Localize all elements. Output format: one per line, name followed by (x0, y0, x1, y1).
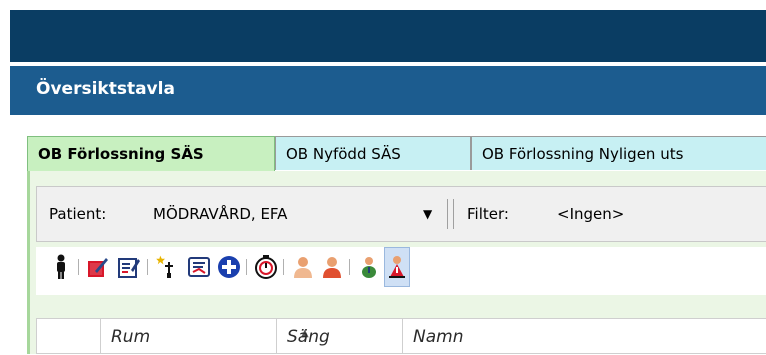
filter-bar: Patient: MÖDRAVÅRD, EFA ▼ Filter: <Ingen… (36, 186, 766, 242)
patient-select[interactable]: MÖDRAVÅRD, EFA (153, 205, 287, 223)
divider (349, 259, 350, 275)
chevron-down-icon[interactable]: ▼ (423, 207, 432, 221)
timer-icon[interactable] (253, 247, 279, 287)
page-title: Översiktstavla (36, 79, 175, 99)
patient-label: Patient: (49, 205, 107, 223)
grid-header-cell (37, 319, 101, 353)
tab-ob-nyfodd-sas[interactable]: OB Nyfödd SÄS (275, 136, 471, 170)
divider (283, 259, 284, 275)
form-icon[interactable] (116, 247, 142, 287)
new-item-icon[interactable] (154, 247, 180, 287)
column-header-sang[interactable]: Säng (277, 319, 403, 353)
add-circle-icon[interactable] (216, 247, 242, 287)
person-alert-icon[interactable] (384, 247, 410, 287)
column-header-label: Namn (413, 327, 464, 347)
edit-note-icon[interactable] (85, 247, 111, 287)
grid-header: Rum ▲ Säng Namn (36, 318, 766, 354)
scroll-icon[interactable] (187, 247, 213, 287)
title-bar: Översiktstavla (10, 66, 766, 115)
app-top-bar (10, 10, 766, 62)
remove-user-icon[interactable] (319, 247, 345, 287)
divider (453, 199, 454, 229)
column-header-label: Rum (111, 327, 151, 347)
user-icon[interactable] (290, 247, 316, 287)
baby-icon[interactable] (356, 247, 382, 287)
toolbar (36, 247, 766, 295)
column-header-label: Säng (287, 327, 330, 347)
tab-ob-forlossning-sas[interactable]: OB Förlossning SÄS (27, 136, 275, 172)
tab-strip: OB Förlossning SÄS OB Nyfödd SÄS OB Förl… (27, 136, 766, 172)
tab-ob-forlossning-nyligen[interactable]: OB Förlossning Nyligen uts (471, 136, 766, 170)
column-header-rum[interactable]: Rum ▲ (101, 319, 309, 353)
person-icon[interactable] (48, 247, 74, 287)
divider (147, 259, 148, 275)
column-header-namn[interactable]: Namn (403, 319, 766, 353)
filter-select[interactable]: <Ingen> (557, 205, 624, 223)
divider (78, 259, 79, 275)
filter-label: Filter: (467, 205, 509, 223)
divider (447, 199, 448, 229)
divider (246, 259, 247, 275)
